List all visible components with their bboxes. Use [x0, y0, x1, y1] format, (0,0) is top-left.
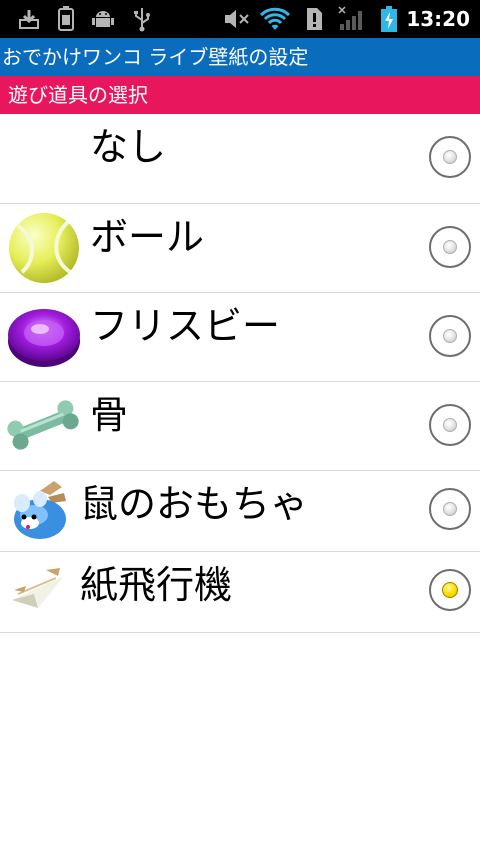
bone-icon — [4, 398, 82, 456]
frisbee-icon — [6, 303, 82, 373]
radio-button[interactable] — [429, 488, 471, 530]
option-toy-mouse[interactable]: 鼠のおもちゃ — [0, 471, 480, 552]
option-ball[interactable]: ボール — [0, 204, 480, 293]
speaker-muted-icon — [222, 0, 252, 38]
toy-mouse-icon — [10, 477, 72, 547]
status-bar: 13:20 — [0, 0, 480, 38]
dialog-heading: 遊び道具の選択 — [0, 76, 480, 114]
usb-icon — [130, 0, 154, 38]
alert-icon — [302, 0, 326, 38]
option-label: なし — [90, 125, 167, 169]
option-label: 鼠のおもちゃ — [80, 482, 309, 526]
option-label: フリスビー — [90, 304, 281, 348]
tennis-ball-icon — [6, 210, 82, 290]
radio-button[interactable] — [429, 315, 471, 357]
option-frisbee[interactable]: フリスビー — [0, 293, 480, 382]
paper-airplane-icon — [8, 564, 70, 616]
option-label: ボール — [90, 215, 205, 259]
radio-button-selected[interactable] — [429, 569, 471, 611]
option-bone[interactable]: 骨 — [0, 382, 480, 471]
android-debug-icon — [90, 0, 116, 38]
option-none[interactable]: なし — [0, 114, 480, 204]
sim-card-icon — [54, 0, 78, 38]
toy-options-list: なし ボール フリスビー 骨 鼠のおもちゃ 紙飛行機 — [0, 114, 480, 633]
radio-button[interactable] — [429, 136, 471, 178]
status-clock: 13:20 — [406, 7, 470, 31]
option-label: 骨 — [90, 393, 129, 437]
radio-button[interactable] — [429, 226, 471, 268]
download-icon — [16, 0, 42, 38]
battery-charging-icon — [376, 0, 402, 38]
signal-no-service-icon — [336, 0, 366, 38]
wifi-icon — [258, 0, 292, 38]
option-label: 紙飛行機 — [80, 563, 233, 607]
option-paper-airplane[interactable]: 紙飛行機 — [0, 552, 480, 633]
app-title: おでかけワンコ ライブ壁紙の設定 — [0, 38, 480, 76]
radio-button[interactable] — [429, 404, 471, 446]
